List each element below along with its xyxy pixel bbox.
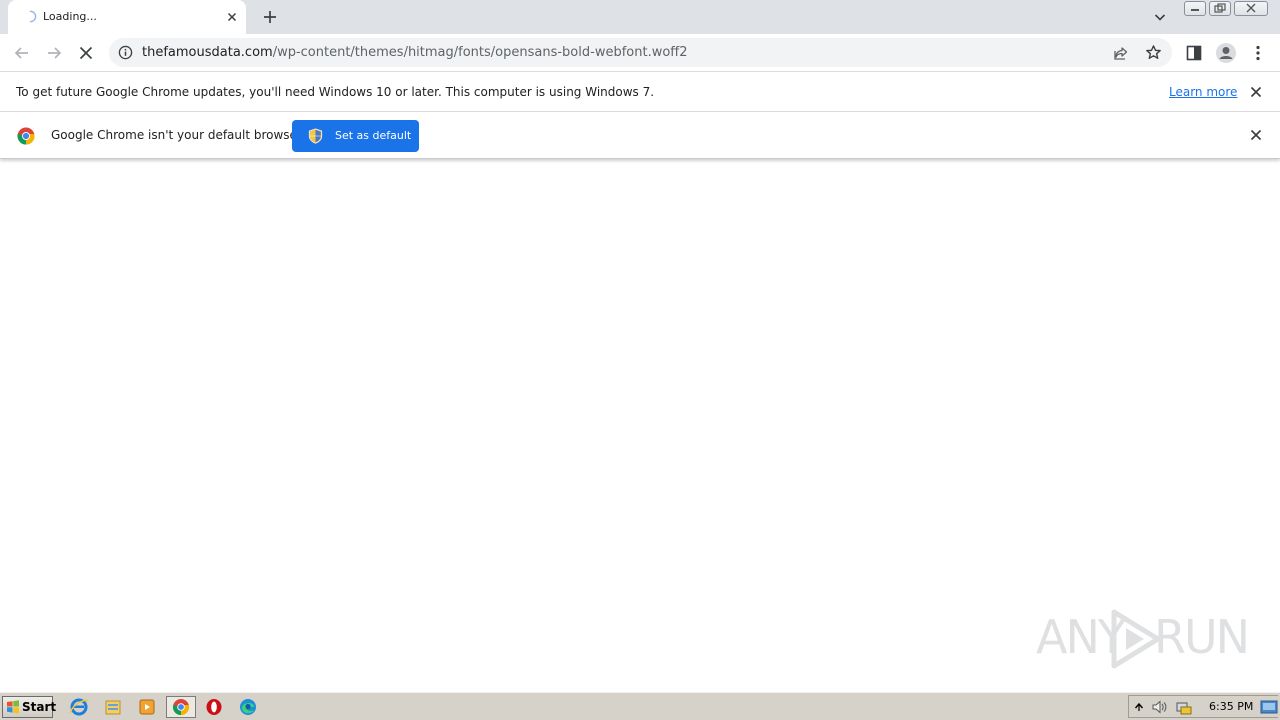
show-desktop-icon[interactable] [1260, 700, 1278, 715]
close-default-bar-icon[interactable] [1249, 128, 1263, 142]
forward-arrow-icon[interactable] [44, 43, 64, 63]
show-hidden-icons-chevron-icon[interactable] [1133, 700, 1145, 714]
close-window-button[interactable] [1234, 1, 1268, 16]
minimize-button[interactable] [1184, 1, 1206, 16]
file-explorer-icon [105, 700, 121, 715]
default-browser-message: Google Chrome isn't your default browser [51, 128, 302, 142]
default-browser-infobar: Google Chrome isn't your default browser… [0, 112, 1280, 159]
internet-explorer-icon [69, 698, 89, 716]
bookmark-star-icon[interactable] [1145, 44, 1162, 61]
minimize-icon [1191, 9, 1199, 11]
url-text: thefamousdata.com/wp-content/themes/hitm… [142, 45, 688, 60]
restore-icon [1214, 3, 1226, 13]
chrome-icon [172, 699, 190, 716]
windows-flag-icon [7, 700, 19, 714]
start-button[interactable]: Start [2, 696, 57, 718]
windows-taskbar: Start 6:35 PM [0, 692, 1280, 720]
share-icon[interactable] [1113, 45, 1129, 61]
close-window-icon [1246, 3, 1256, 13]
update-infobar: To get future Google Chrome updates, you… [0, 71, 1280, 112]
set-as-default-button[interactable]: Set as default [292, 120, 419, 152]
tab-title: Loading... [43, 10, 97, 23]
address-bar[interactable]: thefamousdata.com/wp-content/themes/hitm… [109, 38, 1172, 67]
taskbar-opera[interactable] [201, 696, 227, 718]
update-message: To get future Google Chrome updates, you… [16, 85, 655, 99]
site-info-icon[interactable] [118, 45, 133, 60]
taskbar-internet-explorer[interactable] [66, 696, 92, 718]
learn-more-link[interactable]: Learn more [1169, 85, 1237, 99]
profile-avatar-icon[interactable] [1215, 42, 1237, 64]
close-infobar-icon[interactable] [1249, 85, 1263, 99]
system-tray: 6:35 PM [1128, 695, 1278, 718]
stop-loading-icon[interactable] [76, 43, 96, 63]
restore-button[interactable] [1209, 1, 1231, 16]
loading-spinner-icon [29, 10, 37, 23]
taskbar-clock[interactable]: 6:35 PM [1209, 700, 1253, 713]
taskbar-chrome[interactable] [166, 696, 196, 718]
close-tab-icon[interactable] [224, 9, 240, 25]
taskbar-media-player[interactable] [134, 696, 160, 718]
more-menu-icon[interactable] [1248, 43, 1268, 63]
network-icon[interactable] [1175, 699, 1193, 715]
tab-strip: Loading... [0, 0, 1280, 34]
url-path: /wp-content/themes/hitmag/fonts/opensans… [272, 45, 688, 60]
chrome-logo-icon [17, 127, 35, 145]
uac-shield-icon [308, 128, 323, 144]
watermark-right-text: RUN [1154, 610, 1250, 664]
browser-toolbar: thefamousdata.com/wp-content/themes/hitm… [0, 34, 1280, 71]
start-label: Start [22, 700, 57, 714]
url-host: thefamousdata.com [142, 45, 273, 60]
opera-icon [206, 699, 222, 715]
volume-icon[interactable] [1151, 699, 1169, 715]
media-player-icon [139, 699, 155, 715]
side-panel-icon[interactable] [1184, 43, 1204, 63]
anyrun-watermark: ANY RUN [1036, 606, 1250, 670]
taskbar-file-explorer[interactable] [100, 696, 126, 718]
taskbar-edge[interactable] [235, 696, 261, 718]
tab-search-chevron-icon[interactable] [1152, 9, 1168, 25]
new-tab-icon[interactable] [261, 8, 279, 26]
tab-active[interactable]: Loading... [8, 0, 246, 34]
set-as-default-label: Set as default [335, 129, 412, 142]
edge-icon [240, 699, 256, 715]
back-arrow-icon[interactable] [12, 43, 32, 63]
